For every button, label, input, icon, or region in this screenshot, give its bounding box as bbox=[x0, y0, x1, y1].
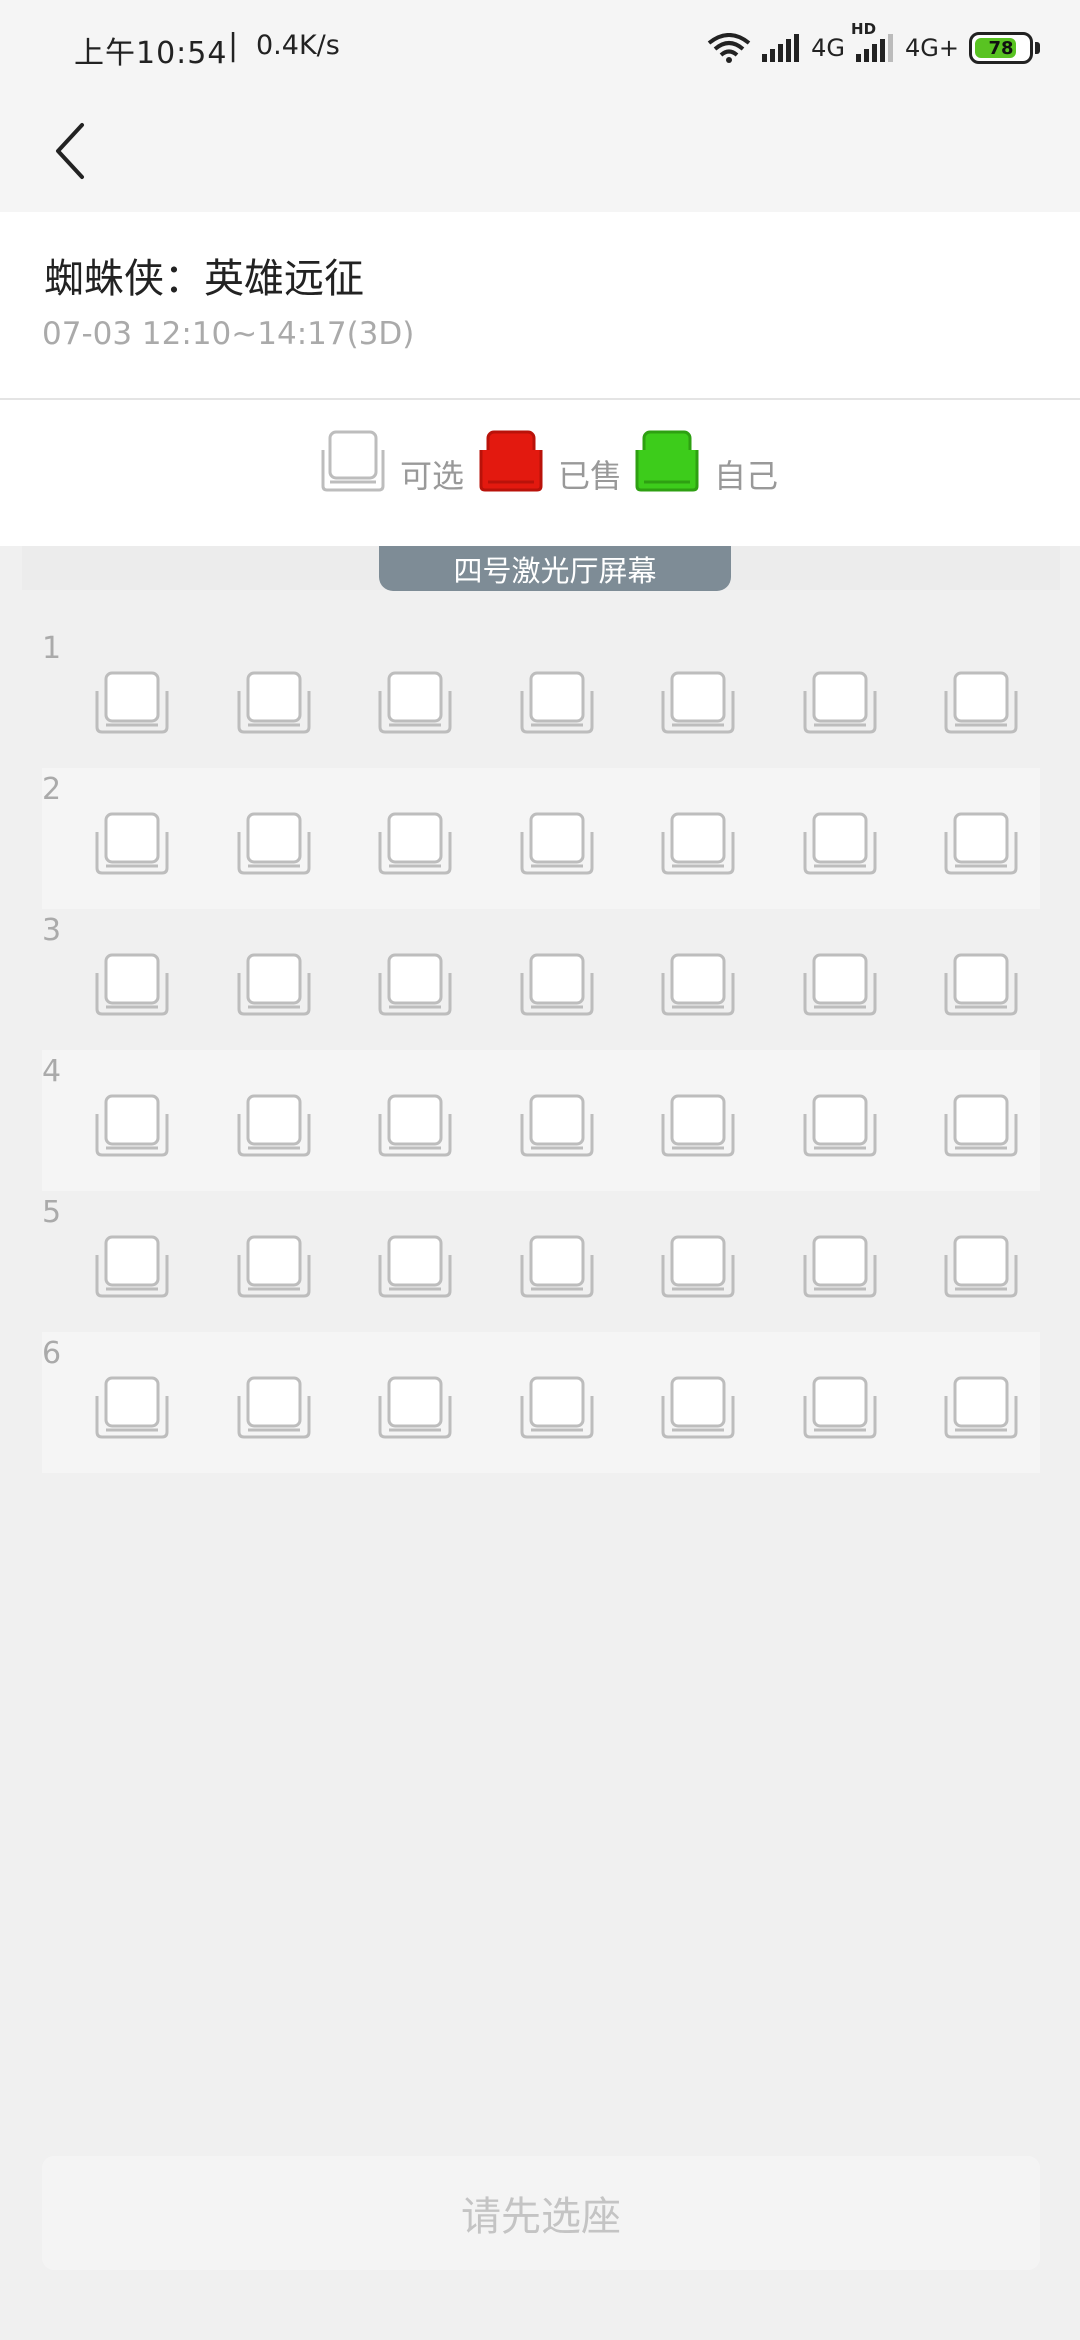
seat-available[interactable] bbox=[802, 812, 878, 876]
seat-row: 2 bbox=[42, 768, 1040, 909]
battery-level: 78 bbox=[988, 37, 1014, 59]
seat-available[interactable] bbox=[519, 953, 595, 1017]
seat-available[interactable] bbox=[519, 812, 595, 876]
seat-available[interactable] bbox=[802, 1376, 878, 1440]
seat-available[interactable] bbox=[660, 812, 736, 876]
network-type-label: 4G bbox=[811, 34, 846, 62]
status-time: 上午10:54 bbox=[74, 36, 228, 71]
seat-available[interactable] bbox=[236, 1376, 312, 1440]
seat-available[interactable] bbox=[377, 953, 453, 1017]
seat-available[interactable] bbox=[802, 953, 878, 1017]
row-number: 4 bbox=[42, 1054, 62, 1089]
battery-icon: 78 bbox=[969, 32, 1040, 64]
legend-mine: 自己 bbox=[634, 430, 778, 494]
seat-available[interactable] bbox=[94, 812, 170, 876]
seat-available[interactable] bbox=[236, 1094, 312, 1158]
movie-info: 蜘蛛侠：英雄远征 07-03 12:10~14:17(3D) bbox=[0, 212, 1080, 400]
seat-available[interactable] bbox=[94, 1376, 170, 1440]
back-button[interactable] bbox=[40, 116, 100, 186]
seat-row: 3 bbox=[42, 909, 1040, 1050]
seat-available[interactable] bbox=[377, 1094, 453, 1158]
legend-available-label: 可选 bbox=[400, 457, 465, 495]
seat-available[interactable] bbox=[660, 953, 736, 1017]
seat-available[interactable] bbox=[94, 1094, 170, 1158]
seat-available[interactable] bbox=[943, 1376, 1019, 1440]
seat-available[interactable] bbox=[94, 671, 170, 735]
wifi-icon bbox=[707, 33, 751, 63]
seat-available[interactable] bbox=[519, 1376, 595, 1440]
signal-icon bbox=[761, 34, 801, 62]
seat-available[interactable] bbox=[519, 1094, 595, 1158]
seat-available[interactable] bbox=[802, 1094, 878, 1158]
seat-available[interactable] bbox=[377, 1376, 453, 1440]
seat-available[interactable] bbox=[377, 812, 453, 876]
chevron-left-icon bbox=[56, 123, 84, 179]
top-nav bbox=[0, 96, 1080, 212]
row-number: 3 bbox=[42, 913, 62, 948]
status-net-speed: 0.4K/s bbox=[256, 30, 340, 61]
status-icons: 4G HD 4G+ 78 bbox=[707, 20, 1040, 70]
seat-mine-icon bbox=[635, 430, 699, 492]
seat-legend: 可选 已售 自己 bbox=[0, 400, 1080, 546]
seat-available[interactable] bbox=[660, 1094, 736, 1158]
seat-map: 1 2 3 4 5 6 bbox=[42, 627, 1040, 1473]
seat-available[interactable] bbox=[660, 1235, 736, 1299]
legend-mine-label: 自己 bbox=[714, 457, 779, 495]
screen-label: 四号激光厅屏幕 bbox=[379, 546, 731, 591]
row-number: 5 bbox=[42, 1195, 62, 1230]
seat-available[interactable] bbox=[236, 1235, 312, 1299]
seat-available[interactable] bbox=[943, 1094, 1019, 1158]
seat-available[interactable] bbox=[377, 671, 453, 735]
legend-available: 可选 bbox=[320, 430, 464, 494]
seat-available[interactable] bbox=[660, 671, 736, 735]
confirm-seat-button[interactable]: 请先选座 bbox=[42, 2156, 1040, 2270]
seat-sold-icon bbox=[479, 430, 543, 492]
network-type-label-2: 4G+ bbox=[905, 34, 959, 62]
movie-title: 蜘蛛侠：英雄远征 bbox=[44, 256, 364, 302]
seat-available[interactable] bbox=[943, 1235, 1019, 1299]
seat-available-icon bbox=[321, 430, 385, 492]
seat-available[interactable] bbox=[519, 1235, 595, 1299]
status-bar: 上午10:54 | 0.4K/s 4G HD 4G+ 78 bbox=[0, 0, 1080, 96]
legend-sold: 已售 bbox=[478, 430, 622, 494]
row-number: 2 bbox=[42, 772, 62, 807]
seat-available[interactable] bbox=[236, 812, 312, 876]
seat-row: 5 bbox=[42, 1191, 1040, 1332]
seat-row: 6 bbox=[42, 1332, 1040, 1473]
seat-available[interactable] bbox=[943, 671, 1019, 735]
seat-available[interactable] bbox=[802, 1235, 878, 1299]
legend-sold-label: 已售 bbox=[558, 457, 623, 495]
seat-available[interactable] bbox=[660, 1376, 736, 1440]
seat-available[interactable] bbox=[377, 1235, 453, 1299]
seat-available[interactable] bbox=[519, 671, 595, 735]
seat-available[interactable] bbox=[236, 953, 312, 1017]
seat-row: 4 bbox=[42, 1050, 1040, 1191]
row-number: 6 bbox=[42, 1336, 62, 1371]
status-separator: | bbox=[228, 28, 239, 63]
seat-available[interactable] bbox=[943, 953, 1019, 1017]
seat-available[interactable] bbox=[94, 953, 170, 1017]
hd-signal-icon: HD bbox=[851, 20, 895, 62]
row-number: 1 bbox=[42, 631, 62, 666]
seat-row: 1 bbox=[42, 627, 1040, 768]
hd-label: HD bbox=[851, 20, 877, 38]
seat-available[interactable] bbox=[802, 671, 878, 735]
seat-available[interactable] bbox=[236, 671, 312, 735]
seat-available[interactable] bbox=[943, 812, 1019, 876]
seat-available[interactable] bbox=[94, 1235, 170, 1299]
showtime: 07-03 12:10~14:17(3D) bbox=[42, 316, 415, 352]
